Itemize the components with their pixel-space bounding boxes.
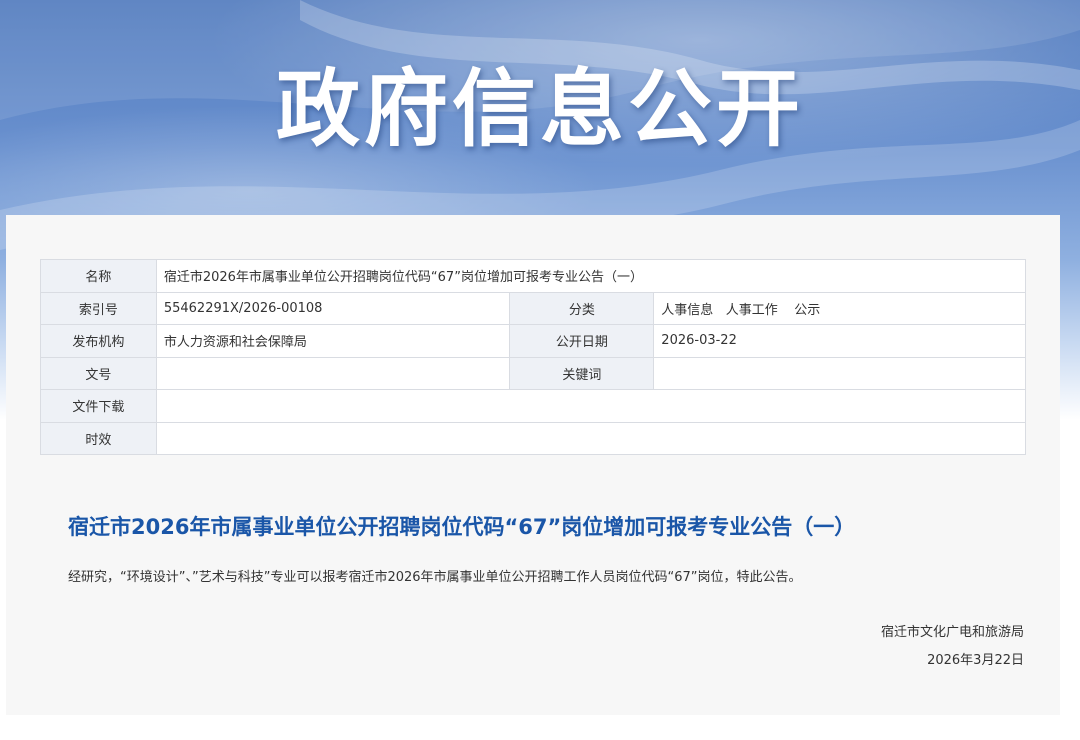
info-meta-table: 名称 宿迁市2026年市属事业单位公开招聘岗位代码“67”岗位增加可报考专业公告… [40, 259, 1027, 455]
index-value: 55462291X/2026-00108 [155, 291, 511, 325]
notice-date: 2026年3月22日 [927, 653, 1024, 668]
notice-body: 经研究，“环境设计”、”艺术与科技”专业可以报考宿迁市2026年市属事业单位公开… [68, 570, 802, 585]
meta-row-publisher: 发布机构 市人力资源和社会保障局 公开日期 2026-03-22 [40, 324, 1026, 358]
banner-title: 政府信息公开 [275, 60, 804, 158]
name-label: 名称 [40, 259, 157, 293]
meta-row-docno: 文号 关键词 [40, 356, 1026, 390]
meta-row-validity: 时效 [40, 421, 1027, 455]
validity-label: 时效 [40, 421, 157, 455]
notice-signer: 宿迁市文化广电和旅游局 [880, 625, 1024, 640]
open-date-label: 公开日期 [509, 324, 655, 358]
meta-row-index: 索引号 55462291X/2026-00108 分类 人事信息 人事工作 公示 [40, 291, 1026, 325]
index-label: 索引号 [40, 291, 157, 325]
keywords-value [653, 356, 1026, 390]
open-date-value: 2026-03-22 [653, 324, 1026, 358]
download-label: 文件下载 [40, 389, 157, 423]
meta-row-name: 名称 宿迁市2026年市属事业单位公开招聘岗位代码“67”岗位增加可报考专业公告… [40, 259, 1027, 293]
keywords-label: 关键词 [509, 356, 655, 390]
validity-value [155, 421, 1027, 455]
notice-title: 宿迁市2026年市属事业单位公开招聘岗位代码“67”岗位增加可报考专业公告（一） [68, 515, 856, 539]
category-value: 人事信息 人事工作 公示 [653, 291, 1026, 325]
publisher-label: 发布机构 [40, 324, 157, 358]
name-value: 宿迁市2026年市属事业单位公开招聘岗位代码“67”岗位增加可报考专业公告（一） [155, 259, 1027, 293]
doc-no-label: 文号 [40, 356, 157, 390]
content-panel: 名称 宿迁市2026年市属事业单位公开招聘岗位代码“67”岗位增加可报考专业公告… [6, 215, 1060, 715]
download-value[interactable] [155, 389, 1027, 423]
doc-no-value [155, 356, 511, 390]
meta-row-download: 文件下载 [40, 389, 1027, 423]
category-label: 分类 [509, 291, 655, 325]
publisher-value: 市人力资源和社会保障局 [155, 324, 511, 358]
